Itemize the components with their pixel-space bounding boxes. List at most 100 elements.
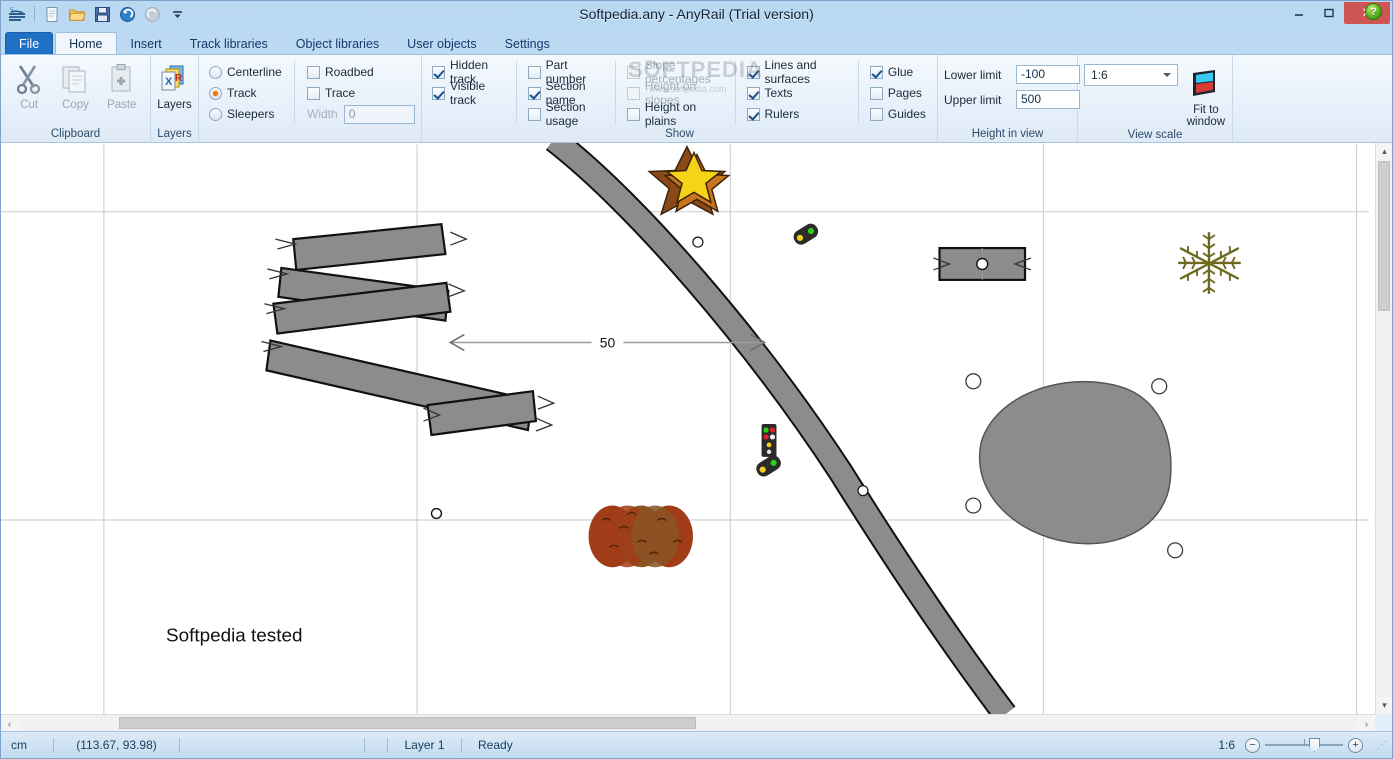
- signal-mast-object[interactable]: [761, 424, 777, 457]
- bush-cluster-object[interactable]: [588, 505, 693, 568]
- display-divider: [294, 61, 295, 123]
- lower-limit-input[interactable]: -100: [1016, 65, 1080, 84]
- checkbox-visible-track[interactable]: Visible track: [432, 79, 512, 107]
- status-spacer: [365, 737, 387, 754]
- straight-track-section[interactable]: [933, 246, 1032, 281]
- scroll-up-button[interactable]: ▴: [1376, 143, 1392, 160]
- circle-marker[interactable]: [965, 373, 982, 390]
- app-window: 5 Softpedia.any - AnyRail (Trial version…: [0, 0, 1393, 759]
- show-col-height: Slope percentages Height on slopes Heigh…: [623, 58, 731, 128]
- checkbox-glue[interactable]: Glue: [869, 63, 931, 81]
- tab-object-libraries[interactable]: Object libraries: [282, 32, 393, 54]
- ribbon-group-show: Hidden track Visible track Part number S…: [422, 55, 938, 142]
- checkbox-rulers[interactable]: Rulers: [746, 105, 854, 123]
- checkbox-height-on-plains-label: Height on plains: [644, 100, 697, 128]
- checkbox-guides-label: Guides: [887, 107, 926, 121]
- paste-label: Paste: [107, 99, 137, 111]
- checkbox-visible-track-box: [432, 86, 445, 100]
- circle-marker[interactable]: [1151, 378, 1168, 395]
- ribbon-tabs: File Home Insert Track libraries Object …: [1, 30, 1392, 54]
- checkbox-roadbed-box: [307, 65, 320, 79]
- checkbox-lines-and-surfaces[interactable]: Lines and surfaces: [746, 58, 854, 86]
- zigzag-track-node[interactable]: [430, 507, 443, 520]
- fit-to-window-button[interactable]: Fit to window: [1186, 64, 1226, 128]
- main-curve-track[interactable]: [545, 143, 1016, 714]
- checkbox-slope-percentages-box: [626, 65, 640, 79]
- checkbox-trace[interactable]: Trace: [307, 84, 415, 102]
- dimension-ruler[interactable]: 50: [448, 333, 767, 352]
- checkbox-pages[interactable]: Pages: [869, 84, 931, 102]
- radio-track-dot: [209, 86, 222, 100]
- checkbox-texts-box: [746, 86, 760, 100]
- help-icon[interactable]: ?: [1365, 3, 1382, 20]
- zoom-slider-thumb[interactable]: [1309, 738, 1320, 752]
- checkbox-glue-box: [869, 65, 883, 79]
- maximize-button[interactable]: [1314, 2, 1344, 24]
- zoom-in-button[interactable]: +: [1348, 737, 1363, 753]
- radio-centerline[interactable]: Centerline: [209, 63, 288, 81]
- upper-limit-input[interactable]: 500: [1016, 90, 1080, 109]
- circle-marker[interactable]: [965, 497, 982, 514]
- zoom-slider-track[interactable]: [1265, 738, 1343, 752]
- tab-home[interactable]: Home: [55, 32, 117, 54]
- design-canvas[interactable]: 50 Softpedia tested: [1, 143, 1392, 714]
- cut-button[interactable]: Cut: [7, 59, 51, 111]
- tab-file[interactable]: File: [5, 32, 54, 54]
- scroll-left-button[interactable]: ‹: [1, 715, 18, 732]
- checkbox-glue-label: Glue: [887, 65, 914, 79]
- checkbox-section-usage[interactable]: Section usage: [527, 100, 611, 128]
- tab-insert[interactable]: Insert: [117, 32, 176, 54]
- checkbox-roadbed[interactable]: Roadbed: [307, 63, 415, 81]
- checkbox-lines-and-surfaces-box: [746, 65, 760, 79]
- layers-button[interactable]: X R Layers: [157, 59, 192, 111]
- show-divider-4: [857, 61, 859, 123]
- surface-blob-object[interactable]: [978, 380, 1172, 545]
- height-in-view-group-label: Height in view: [971, 128, 1044, 140]
- checkbox-part-number-box: [527, 65, 541, 79]
- copy-button[interactable]: Copy: [53, 59, 97, 111]
- checkbox-height-on-plains[interactable]: Height on plains: [626, 100, 731, 128]
- zoom-slider[interactable]: − +: [1245, 737, 1377, 753]
- scroll-right-button[interactable]: ›: [1358, 715, 1375, 732]
- status-zoom-value: 1:6: [1218, 738, 1235, 752]
- radio-sleepers[interactable]: Sleepers: [209, 105, 288, 123]
- zigzag-track-group[interactable]: [265, 223, 538, 437]
- layers-label: Layers: [157, 99, 192, 111]
- horizontal-scrollbar[interactable]: ‹ ›: [1, 714, 1375, 732]
- ribbon-group-display: Centerline Track Sleepers Roadbed Trace …: [199, 55, 422, 142]
- tab-user-objects[interactable]: User objects: [393, 32, 490, 54]
- checkbox-lines-and-surfaces-label: Lines and surfaces: [764, 58, 817, 86]
- star-object-group[interactable]: [647, 144, 731, 216]
- radio-track[interactable]: Track: [209, 84, 288, 102]
- vertical-scroll-thumb[interactable]: [1378, 161, 1390, 311]
- layers-group-label: Layers: [157, 128, 192, 140]
- view-scale-combo[interactable]: 1:6: [1084, 64, 1178, 86]
- text-object-softpedia-tested[interactable]: Softpedia tested: [166, 626, 302, 647]
- status-layer[interactable]: Layer 1: [388, 737, 461, 754]
- signal-dwarf-object-2[interactable]: [791, 221, 821, 247]
- checkbox-roadbed-label: Roadbed: [325, 65, 374, 79]
- width-input[interactable]: 0: [343, 104, 415, 124]
- zoom-out-button[interactable]: −: [1245, 737, 1260, 753]
- snowflake-object[interactable]: [1178, 232, 1241, 294]
- horizontal-scroll-thumb[interactable]: [119, 717, 696, 729]
- layout-drawing[interactable]: 50 Softpedia tested: [1, 143, 1369, 714]
- circle-marker[interactable]: [1167, 542, 1184, 559]
- radio-sleepers-dot: [209, 107, 222, 121]
- view-scale-group-label: View scale: [1127, 129, 1183, 141]
- resize-grip-icon[interactable]: ⋰: [1377, 740, 1392, 751]
- checkbox-guides[interactable]: Guides: [869, 105, 931, 123]
- vertical-scrollbar[interactable]: ▴ ▾: [1375, 143, 1392, 714]
- show-divider-2: [614, 61, 616, 123]
- checkbox-section-usage-box: [527, 107, 541, 121]
- checkbox-trace-box: [307, 86, 320, 100]
- tab-settings[interactable]: Settings: [491, 32, 564, 54]
- scroll-down-button[interactable]: ▾: [1376, 697, 1392, 714]
- chevron-down-icon: [1162, 73, 1171, 77]
- paste-button[interactable]: Paste: [100, 59, 144, 111]
- ribbon: Cut Copy Paste Clipboard X R Layers Laye…: [1, 54, 1392, 143]
- minimize-button[interactable]: [1284, 2, 1314, 24]
- checkbox-visible-track-label: Visible track: [450, 79, 486, 107]
- checkbox-texts[interactable]: Texts: [746, 84, 854, 102]
- tab-track-libraries[interactable]: Track libraries: [176, 32, 282, 54]
